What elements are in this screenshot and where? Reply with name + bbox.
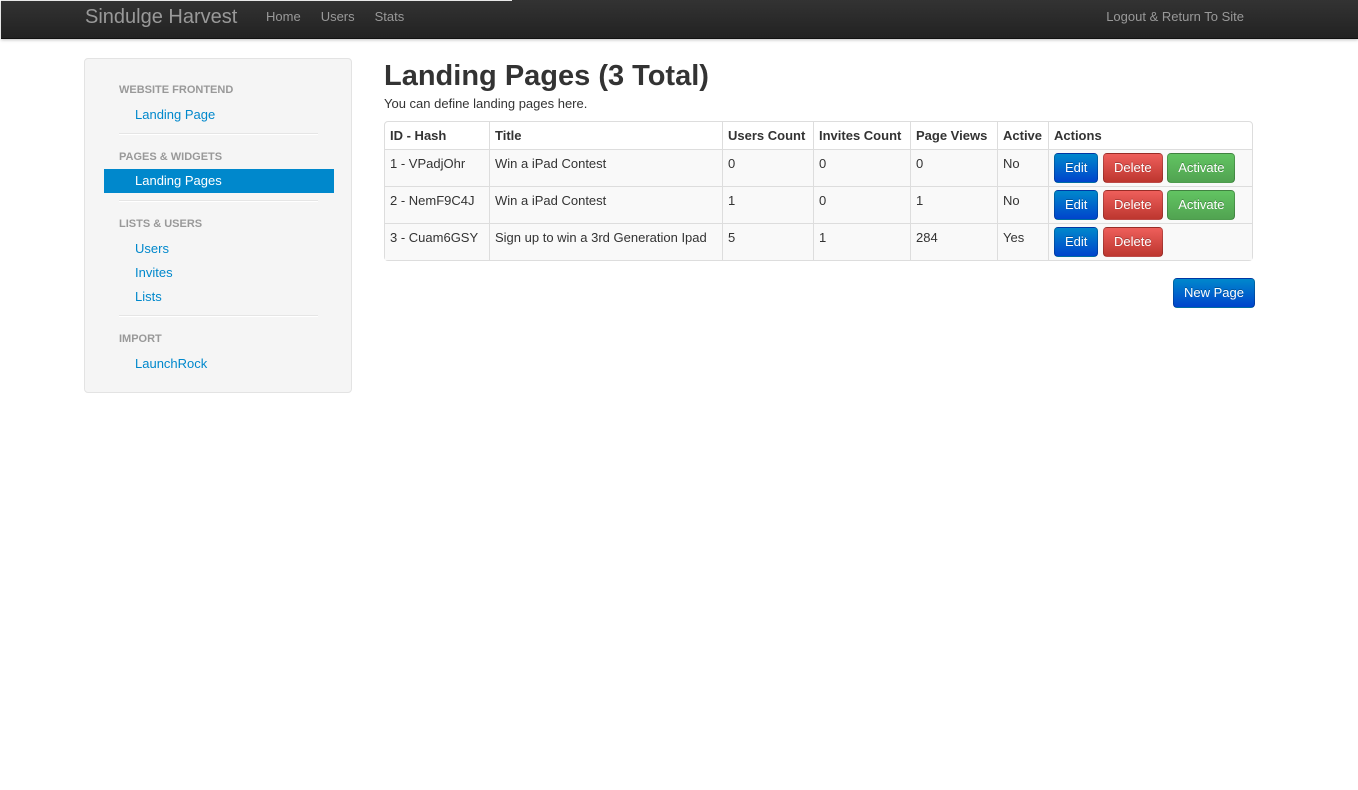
nav-users[interactable]: Users	[311, 0, 365, 33]
sidebar-header-frontend: WEBSITE FRONTEND	[119, 84, 234, 96]
column-header-id: ID - Hash	[390, 128, 447, 143]
cell-active: Yes	[997, 223, 1048, 260]
edit-button[interactable]: Edit	[1054, 153, 1099, 183]
cell-users: 5	[722, 223, 813, 260]
sidebar: WEBSITE FRONTEND Landing Page PAGES & WI…	[84, 58, 352, 393]
cell-id: 1 - VPadjOhr	[385, 149, 489, 186]
landing-pages-table: ID - Hash Title Users Count Invites Coun…	[384, 121, 1253, 261]
sidebar-divider	[119, 315, 318, 317]
cell-active: No	[997, 149, 1048, 186]
table-row: 1 - VPadjOhr Win a iPad Contest 0 0 0 No…	[385, 149, 1252, 186]
cell-invites: 0	[813, 149, 910, 186]
nav-stats[interactable]: Stats	[365, 0, 415, 33]
sidebar-divider	[119, 200, 318, 202]
delete-button[interactable]: Delete	[1103, 190, 1163, 220]
delete-button[interactable]: Delete	[1103, 153, 1163, 183]
logout-link[interactable]: Logout & Return To Site	[1106, 0, 1244, 33]
column-header-views: Page Views	[910, 122, 997, 149]
cell-invites: 1	[813, 223, 910, 260]
sidebar-header-import: IMPORT	[119, 333, 162, 345]
delete-button[interactable]: Delete	[1103, 227, 1163, 257]
column-header-invites: Invites Count	[813, 122, 910, 149]
sidebar-header-pages: PAGES & WIDGETS	[119, 151, 223, 163]
cell-invites: 0	[813, 186, 910, 223]
edit-button[interactable]: Edit	[1054, 227, 1099, 257]
cell-views: 1	[910, 186, 997, 223]
sidebar-item-label: Landing Pages	[135, 173, 222, 188]
sidebar-item-launchrock[interactable]: LaunchRock	[135, 356, 207, 371]
column-header-users: Users Count	[722, 122, 813, 149]
sidebar-header-lists: LISTS & USERS	[119, 218, 203, 230]
cell-active: No	[997, 186, 1048, 223]
column-header-title: Title	[489, 122, 722, 149]
cell-title: Win a iPad Contest	[489, 149, 722, 186]
cell-title: Win a iPad Contest	[489, 186, 722, 223]
table-header-row: ID - Hash Title Users Count Invites Coun…	[385, 122, 1252, 149]
page-title: Landing Pages (3 Total)	[384, 60, 709, 92]
sidebar-item-users[interactable]: Users	[135, 241, 169, 256]
sidebar-item-landing-pages[interactable]: Landing Pages	[104, 169, 334, 193]
cell-users: 0	[722, 149, 813, 186]
cell-actions: Edit Delete Activate	[1048, 186, 1252, 223]
edit-button[interactable]: Edit	[1054, 190, 1099, 220]
sidebar-divider	[119, 133, 318, 135]
brand-link[interactable]: Sindulge Harvest	[85, 6, 237, 28]
activate-button[interactable]: Activate	[1167, 190, 1236, 220]
cell-id: 2 - NemF9C4J	[385, 186, 489, 223]
column-header-actions: Actions	[1048, 122, 1252, 149]
main-nav: Home Users Stats	[256, 0, 414, 33]
cell-id: 3 - Cuam6GSY	[385, 223, 489, 260]
cell-views: 284	[910, 223, 997, 260]
new-page-button[interactable]: New Page	[1173, 278, 1255, 308]
cell-actions: Edit Delete Activate	[1048, 149, 1252, 186]
cell-actions: Edit Delete	[1048, 223, 1252, 260]
cell-users: 1	[722, 186, 813, 223]
top-navbar: Sindulge Harvest Home Users Stats Logout…	[1, 0, 1358, 39]
nav-home[interactable]: Home	[256, 0, 311, 33]
cell-views: 0	[910, 149, 997, 186]
sidebar-item-invites[interactable]: Invites	[135, 265, 173, 280]
table-row: 2 - NemF9C4J Win a iPad Contest 1 0 1 No…	[385, 186, 1252, 223]
activate-button[interactable]: Activate	[1167, 153, 1236, 183]
sidebar-item-lists[interactable]: Lists	[135, 289, 162, 304]
table-row: 3 - Cuam6GSY Sign up to win a 3rd Genera…	[385, 223, 1252, 260]
column-header-active: Active	[997, 122, 1048, 149]
page-description: You can define landing pages here.	[384, 96, 588, 111]
cell-title: Sign up to win a 3rd Generation Ipad	[489, 223, 722, 260]
sidebar-item-landing-page[interactable]: Landing Page	[135, 107, 215, 122]
